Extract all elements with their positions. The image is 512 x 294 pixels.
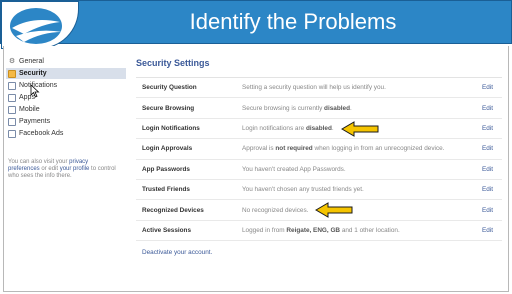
setting-label: Login Notifications — [142, 124, 200, 132]
sidebar-item-notifications[interactable]: Notifications — [6, 80, 126, 91]
sidebar: ⚙ General Security Notifications Apps Mo… — [6, 56, 126, 180]
edit-trusted-friends-link[interactable]: Edit — [482, 186, 493, 193]
setting-label: Security Question — [142, 84, 197, 92]
apps-icon — [8, 93, 16, 102]
setting-label: Recognized Devices — [142, 206, 204, 214]
title-banner: Identify the Problems — [0, 0, 512, 49]
setting-row-recognized-devices: Recognized Devices No recognized devices… — [136, 200, 502, 221]
setting-description: Setting a security question will help us… — [242, 84, 386, 92]
setting-label: Active Sessions — [142, 226, 192, 234]
setting-row-app-passwords: App Passwords You haven't created App Pa… — [136, 160, 502, 180]
edit-security-question-link[interactable]: Edit — [482, 84, 493, 91]
sidebar-item-general[interactable]: ⚙ General — [6, 56, 126, 67]
setting-description: No recognized devices. — [242, 206, 309, 214]
profile-link[interactable]: your profile — [60, 166, 90, 172]
notification-icon — [8, 81, 16, 90]
edit-app-passwords-link[interactable]: Edit — [482, 166, 493, 173]
edit-login-notifications-link[interactable]: Edit — [482, 125, 493, 132]
sidebar-item-label: Payments — [19, 118, 51, 125]
setting-description: Secure browsing is currently disabled. — [242, 104, 352, 112]
mobile-icon — [8, 105, 16, 114]
setting-row-trusted-friends: Trusted Friends You haven't chosen any t… — [136, 180, 502, 201]
page-title: Security Settings — [136, 56, 502, 78]
sidebar-item-payments[interactable]: Payments — [6, 116, 126, 127]
gear-icon: ⚙ — [8, 57, 16, 66]
edit-secure-browsing-link[interactable]: Edit — [482, 105, 493, 112]
main-content: Security Settings Security Question Sett… — [136, 56, 502, 256]
setting-row-login-notifications: Login Notifications Login notifications … — [136, 119, 502, 140]
sidebar-item-apps[interactable]: Apps — [6, 92, 126, 103]
banner-title: Identify the Problems — [189, 9, 397, 34]
setting-row-secure-browsing: Secure Browsing Secure browsing is curre… — [136, 98, 502, 119]
setting-description: You haven't chosen any trusted friends y… — [242, 186, 364, 194]
note-text: You can also visit your — [8, 159, 70, 165]
edit-login-approvals-link[interactable]: Edit — [482, 145, 493, 152]
setting-label: Login Approvals — [142, 145, 193, 153]
setting-description: You haven't created App Passwords. — [242, 165, 346, 173]
mouse-cursor-icon — [30, 84, 40, 98]
sidebar-item-label: Mobile — [19, 106, 40, 113]
edit-active-sessions-link[interactable]: Edit — [482, 227, 493, 234]
setting-row-login-approvals: Login Approvals Approval is not required… — [136, 139, 502, 160]
payments-icon — [8, 117, 16, 126]
highlight-arrow-icon — [341, 120, 379, 137]
setting-row-active-sessions: Active Sessions Logged in from Reigate, … — [136, 221, 502, 242]
sidebar-item-mobile[interactable]: Mobile — [6, 104, 126, 115]
sidebar-note: You can also visit your privacy preferen… — [6, 159, 118, 180]
shield-icon — [8, 69, 16, 78]
sidebar-item-label: Facebook Ads — [19, 130, 64, 137]
sidebar-item-facebook-ads[interactable]: Facebook Ads — [6, 128, 126, 139]
sidebar-item-label: Security — [19, 70, 47, 77]
setting-description: Logged in from Reigate, ENG, GB and 1 ot… — [242, 226, 400, 234]
setting-row-security-question: Security Question Setting a security que… — [136, 78, 502, 99]
sidebar-item-security[interactable]: Security — [6, 68, 126, 79]
note-text: or edit — [39, 166, 60, 172]
setting-label: App Passwords — [142, 165, 190, 173]
setting-label: Secure Browsing — [142, 104, 195, 112]
setting-label: Trusted Friends — [142, 186, 190, 194]
highlight-arrow-icon — [315, 202, 353, 219]
edit-recognized-devices-link[interactable]: Edit — [482, 207, 493, 214]
deactivate-account-link[interactable]: Deactivate your account. — [136, 249, 502, 256]
ads-icon — [8, 129, 16, 138]
sidebar-item-label: General — [19, 58, 44, 65]
setting-description: Approval is not required when logging in… — [242, 145, 445, 153]
